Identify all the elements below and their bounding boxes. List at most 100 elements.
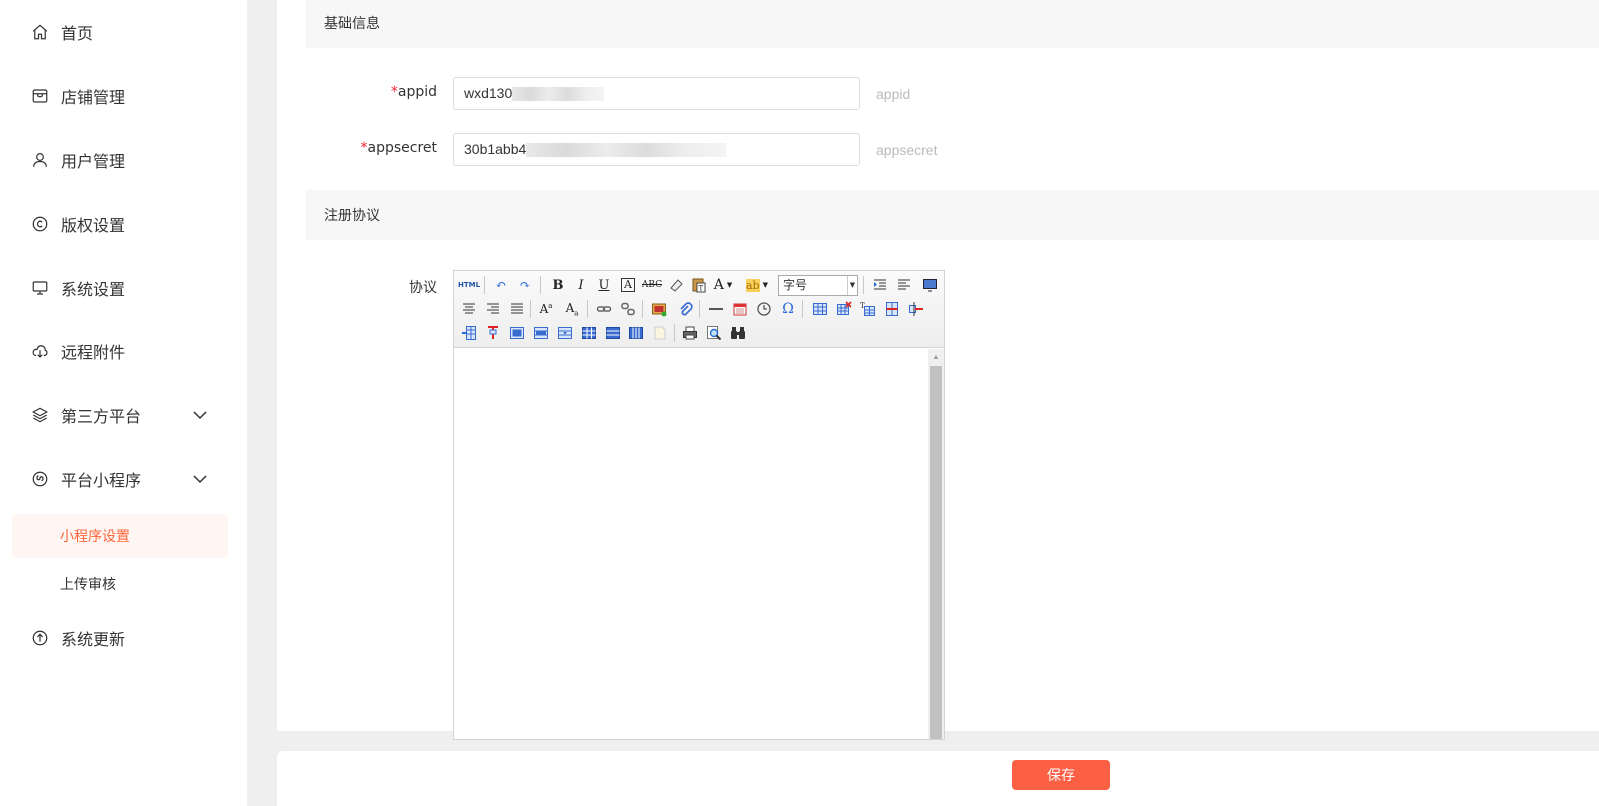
align-right-icon (487, 303, 499, 314)
appsecret-label: *appsecret (277, 140, 437, 156)
appsecret-input[interactable]: 30b1abb4 (453, 133, 860, 166)
document-icon (654, 326, 666, 340)
sidebar-subitem-upload-review[interactable]: 上传审核 (12, 562, 228, 606)
clock-icon (757, 302, 771, 316)
sidebar-item-users[interactable]: 用户管理 (0, 140, 247, 180)
fullscreen-button[interactable] (920, 275, 940, 295)
masked-value (512, 87, 605, 102)
strikethrough-button[interactable]: ABC (642, 275, 662, 295)
required-mark: * (390, 84, 398, 100)
toolbar-separator (699, 300, 700, 318)
delete-col-button[interactable] (483, 323, 503, 343)
delete-col-icon (488, 326, 498, 339)
appid-label: *appid (277, 84, 437, 100)
link-button[interactable] (594, 299, 614, 319)
time-button[interactable] (754, 299, 774, 319)
monitor-icon (923, 279, 937, 292)
scrollbar-thumb[interactable] (930, 366, 942, 739)
font-size-select[interactable]: 字号 ▼ (778, 275, 858, 296)
table-delete-icon (837, 301, 852, 315)
highlight-color-button[interactable]: ab ▼ (746, 275, 768, 295)
horizontal-rule-button[interactable] (706, 299, 726, 319)
search-replace-button[interactable] (728, 323, 748, 343)
paste-plain-button[interactable]: T (689, 275, 709, 295)
delete-row-button[interactable] (906, 299, 926, 319)
html-source-button[interactable]: HTML (458, 275, 480, 295)
underline-icon: U (598, 277, 610, 293)
paste-icon: T (692, 278, 706, 293)
sidebar-item-copyright[interactable]: 版权设置 (0, 204, 247, 244)
attachment-button[interactable] (675, 299, 695, 319)
scroll-up-arrow-icon[interactable]: ▲ (928, 349, 944, 365)
store-icon (30, 86, 50, 106)
unlink-button[interactable] (618, 299, 638, 319)
chevron-down-icon (192, 471, 208, 487)
subscript-button[interactable]: Aa (562, 299, 582, 319)
save-button[interactable]: 保存 (1012, 760, 1110, 790)
insert-row-button[interactable] (882, 299, 902, 319)
remove-format-button[interactable] (666, 275, 686, 295)
merge-right-button[interactable] (531, 323, 551, 343)
table-icon (813, 303, 827, 315)
sidebar-item-system-update[interactable]: 系统更新 (0, 618, 247, 658)
font-border-button[interactable]: A (618, 275, 638, 295)
preview-button[interactable] (704, 323, 724, 343)
superscript-button[interactable]: Aa (536, 299, 556, 319)
italic-button[interactable]: I (571, 275, 591, 295)
undo-button[interactable]: ↶ (491, 275, 511, 295)
sidebar-item-label: 用户管理 (61, 152, 126, 171)
agreement-label: 协议 (409, 280, 437, 296)
font-border-icon: A (621, 278, 635, 292)
sidebar-item-store[interactable]: 店铺管理 (0, 76, 247, 116)
align-justify-icon (511, 303, 523, 314)
layers-icon (30, 405, 50, 425)
split-cells-button[interactable] (579, 323, 599, 343)
toolbar-separator (802, 300, 803, 318)
sidebar-item-home[interactable]: 首页 (0, 12, 247, 52)
merge-cells-icon (510, 327, 524, 339)
appid-hint: appid (876, 86, 911, 102)
toolbar-separator (484, 276, 485, 294)
print-button[interactable] (680, 323, 700, 343)
split-rows-icon (606, 327, 620, 339)
image-button[interactable] (649, 299, 669, 319)
bold-button[interactable]: B (548, 275, 568, 295)
insert-row-icon (886, 302, 898, 316)
redo-button[interactable]: ↷ (515, 275, 535, 295)
split-rows-button[interactable] (603, 323, 623, 343)
underline-button[interactable]: U (594, 275, 614, 295)
arrow-up-circle-icon (30, 628, 50, 648)
align-right-button[interactable] (483, 299, 503, 319)
toolbar-separator (530, 300, 531, 318)
editor-scrollbar[interactable]: ▲ (928, 349, 944, 739)
merge-cells-button[interactable] (507, 323, 527, 343)
subscript-icon: Aa (565, 300, 579, 318)
split-cols-button[interactable] (626, 323, 646, 343)
sidebar-item-mini-program[interactable]: 平台小程序 (0, 459, 247, 499)
align-left-button[interactable] (894, 275, 914, 295)
align-center-button[interactable] (459, 299, 479, 319)
appid-input[interactable]: wxd130 (453, 77, 860, 110)
align-justify-button[interactable] (507, 299, 527, 319)
table-title-button[interactable]: T (858, 299, 878, 319)
calendar-icon (733, 303, 747, 316)
svg-text:T: T (699, 285, 704, 293)
date-button[interactable] (730, 299, 750, 319)
font-color-button[interactable]: A ▼ (713, 275, 733, 295)
editor-content-area[interactable] (454, 349, 928, 739)
sidebar-subitem-mini-program-settings[interactable]: 小程序设置 (12, 514, 228, 558)
indent-button[interactable] (870, 275, 890, 295)
insert-col-icon (462, 326, 476, 340)
special-char-button[interactable]: Ω (778, 299, 798, 319)
sidebar-item-label: 店铺管理 (61, 88, 126, 107)
insert-table-button[interactable] (810, 299, 830, 319)
align-center-icon (463, 303, 475, 314)
insert-col-button[interactable] (459, 323, 479, 343)
sidebar-item-remote-attachment[interactable]: 远程附件 (0, 331, 247, 371)
delete-table-button[interactable] (834, 299, 854, 319)
paste-word-button[interactable] (650, 323, 670, 343)
sidebar-item-system-settings[interactable]: 系统设置 (0, 268, 247, 308)
merge-down-button[interactable] (555, 323, 575, 343)
sidebar-item-third-party[interactable]: 第三方平台 (0, 395, 247, 435)
split-cols-icon (629, 327, 643, 339)
